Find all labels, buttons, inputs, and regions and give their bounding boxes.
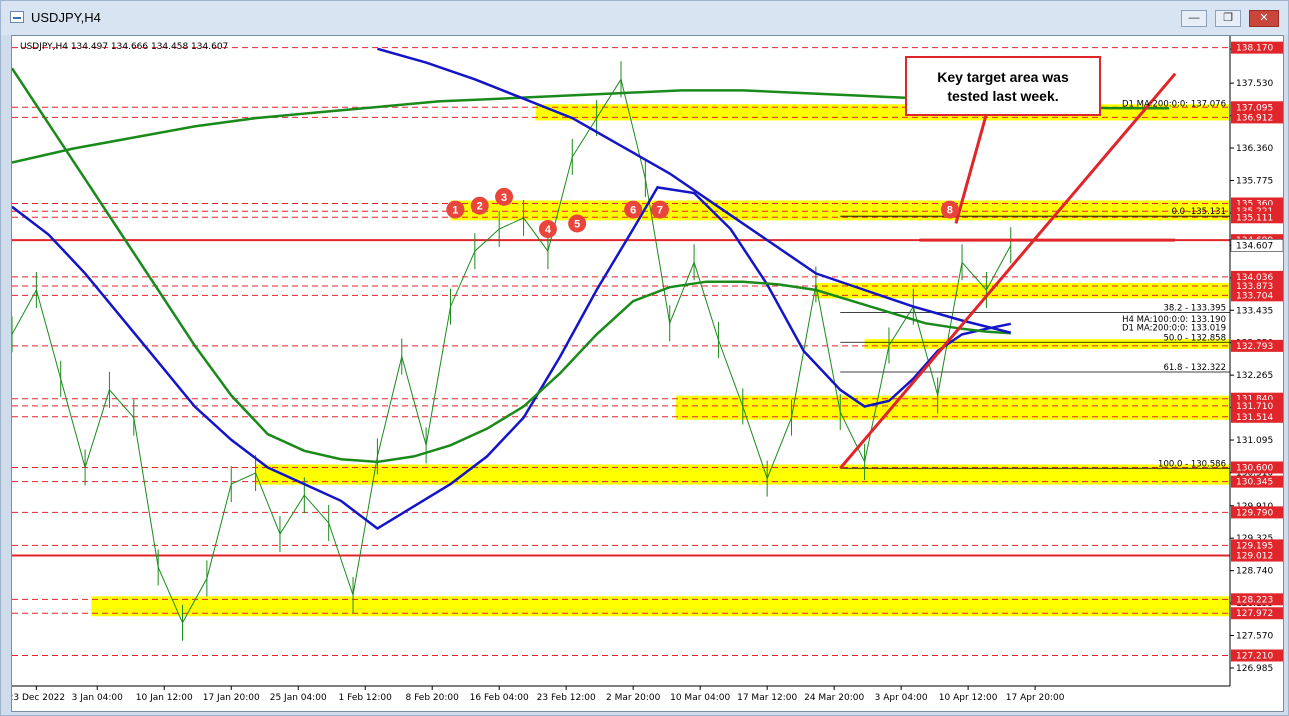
fib-label-2: 50.0 - 132.858 <box>1163 333 1226 343</box>
symbol-header: USDJPY,H4 134.497 134.666 134.458 134.60… <box>20 42 228 52</box>
window-title: USDJPY,H4 <box>31 10 101 25</box>
time-tick-label-8: 23 Feb 12:00 <box>537 693 596 703</box>
price-label-text-2: 136.912 <box>1236 113 1273 123</box>
marker-label-2: 2 <box>477 201 483 213</box>
marker-label-1: 1 <box>452 205 458 217</box>
time-tick-label-13: 3 Apr 04:00 <box>875 693 928 703</box>
chart-window-icon <box>10 11 24 23</box>
callout-line-2: tested last week. <box>947 88 1059 104</box>
marker-label-7: 7 <box>657 205 663 217</box>
close-button[interactable]: ✕ <box>1249 10 1279 27</box>
title-bar: USDJPY,H4 — ❐ ✕ <box>1 1 1288 35</box>
yellow-zone-4 <box>675 395 1230 420</box>
price-label-text-13: 131.514 <box>1236 413 1273 423</box>
price-label-text-9: 133.704 <box>1236 291 1273 301</box>
price-label-text-19: 128.223 <box>1236 595 1273 605</box>
fib-label-3: 61.8 - 132.322 <box>1163 363 1226 373</box>
price-label-text-5: 135.111 <box>1236 213 1273 223</box>
price-tick-label-12: 131.095 <box>1236 436 1273 446</box>
time-tick-label-3: 17 Jan 20:00 <box>203 693 260 703</box>
yellow-zone-2 <box>815 282 1230 299</box>
price-label-text-21: 127.210 <box>1236 651 1273 661</box>
price-tick-label-1: 137.530 <box>1236 79 1273 89</box>
fib-label-4: 100.0 - 130.586 <box>1158 459 1226 469</box>
marker-label-5: 5 <box>574 218 580 230</box>
minimize-button[interactable]: — <box>1181 10 1207 27</box>
fib-label-0: 0.0 -135.131 <box>1172 207 1226 217</box>
price-chart[interactable]: 0.0 -135.131 38.2 - 133.395 50.0 - 132.858… <box>12 36 1283 711</box>
fib-label-1: 38.2 - 133.395 <box>1163 303 1226 313</box>
marker-label-3: 3 <box>501 192 507 204</box>
callout-box: Key target area was tested last week. <box>905 56 1101 116</box>
chart-window: USDJPY,H4 — ❐ ✕ 0.0 -135.131 38.2 - 133.3… <box>0 0 1289 716</box>
yellow-zone-6 <box>91 596 1230 617</box>
time-tick-label-14: 10 Apr 12:00 <box>939 693 998 703</box>
indicator-label-0: D1 MA:200:0:0: 137.076 <box>1122 99 1226 109</box>
time-tick-label-11: 17 Mar 12:00 <box>737 693 797 703</box>
time-tick-label-2: 10 Jan 12:00 <box>136 693 193 703</box>
time-tick-label-5: 1 Feb 12:00 <box>339 693 393 703</box>
marker-label-8: 8 <box>947 205 953 217</box>
price-tick-label-16: 128.740 <box>1236 567 1273 577</box>
price-label-text-14: 130.600 <box>1236 463 1273 473</box>
time-tick-label-6: 8 Feb 20:00 <box>406 693 460 703</box>
time-tick-label-12: 24 Mar 20:00 <box>804 693 864 703</box>
current-price-text: 134.607 <box>1236 241 1273 251</box>
price-tick-label-10: 132.265 <box>1236 371 1273 381</box>
price-tick-label-4: 135.775 <box>1236 176 1273 186</box>
marker-label-4: 4 <box>545 224 552 236</box>
price-label-text-12: 131.710 <box>1236 402 1273 412</box>
time-tick-label-1: 3 Jan 04:00 <box>72 693 124 703</box>
time-tick-label-0: 23 Dec 2022 <box>12 693 65 703</box>
time-tick-label-7: 16 Feb 04:00 <box>470 693 529 703</box>
marker-label-6: 6 <box>630 205 636 217</box>
price-label-text-15: 130.345 <box>1236 478 1273 488</box>
time-tick-label-15: 17 Apr 20:00 <box>1006 693 1065 703</box>
price-label-text-18: 129.012 <box>1236 552 1273 562</box>
price-label-text-20: 127.972 <box>1236 609 1273 619</box>
time-tick-label-4: 25 Jan 04:00 <box>270 693 327 703</box>
price-label-text-16: 129.790 <box>1236 508 1273 518</box>
price-tick-label-18: 127.570 <box>1236 632 1273 642</box>
price-label-text-0: 138.170 <box>1236 44 1273 54</box>
price-tick-label-3: 136.360 <box>1236 144 1273 154</box>
price-tick-label-8: 133.435 <box>1236 306 1273 316</box>
callout-line-1: Key target area was <box>937 69 1069 85</box>
chart-area[interactable]: 0.0 -135.131 38.2 - 133.395 50.0 - 132.858… <box>11 35 1284 712</box>
price-label-text-10: 132.793 <box>1236 342 1273 352</box>
time-tick-label-10: 10 Mar 04:00 <box>670 693 730 703</box>
time-tick-label-9: 2 Mar 20:00 <box>606 693 661 703</box>
price-tick-label-19: 126.985 <box>1236 664 1273 674</box>
indicator-label-2: D1 MA:200:0:0: 133.019 <box>1122 324 1226 334</box>
restore-button[interactable]: ❐ <box>1215 10 1241 27</box>
